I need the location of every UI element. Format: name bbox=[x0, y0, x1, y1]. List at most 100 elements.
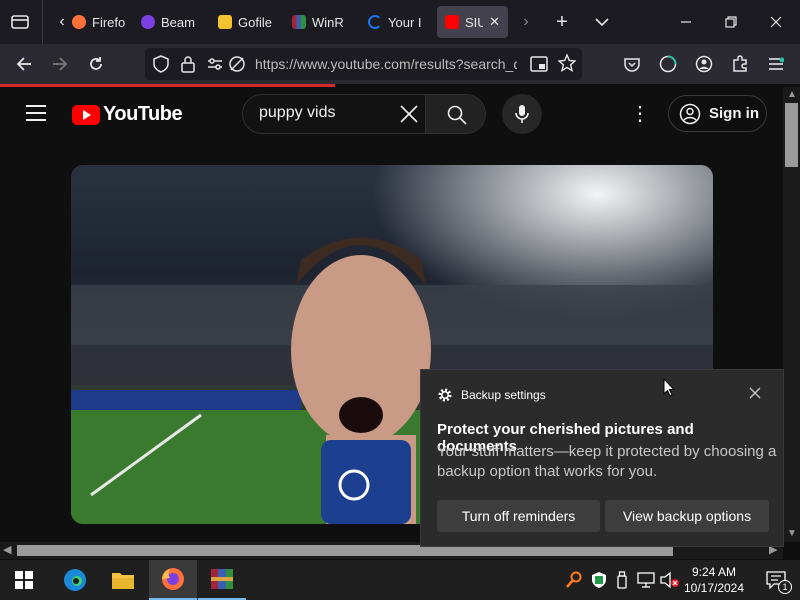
turn-off-reminders-button[interactable]: Turn off reminders bbox=[437, 500, 600, 532]
reload-button[interactable] bbox=[82, 50, 110, 78]
youtube-play-icon bbox=[72, 104, 100, 125]
vertical-scrollbar[interactable]: ▲ ▼ bbox=[783, 87, 800, 542]
voice-search-button[interactable] bbox=[502, 94, 542, 134]
shield-icon[interactable] bbox=[153, 55, 169, 78]
tab-label: WinR bbox=[312, 14, 344, 30]
close-window-button[interactable] bbox=[762, 8, 790, 36]
chevron-right-icon: › bbox=[523, 13, 529, 30]
hamburger-icon bbox=[769, 57, 784, 70]
winrar-icon bbox=[211, 569, 233, 589]
app-menu-button[interactable] bbox=[762, 50, 790, 78]
youtube-wordmark: YouTube bbox=[103, 103, 183, 125]
minimize-icon bbox=[681, 21, 691, 23]
search-button[interactable] bbox=[425, 95, 485, 133]
clock-time: 9:24 AM bbox=[691, 565, 737, 579]
scroll-down-icon[interactable]: ▼ bbox=[787, 528, 797, 539]
notification-app-name: Backup settings bbox=[461, 388, 546, 402]
tray-security-icon[interactable] bbox=[591, 571, 607, 594]
tab-firefox[interactable]: Firefo bbox=[72, 6, 128, 38]
minimize-button[interactable] bbox=[672, 8, 700, 36]
restore-icon bbox=[725, 16, 737, 28]
clock-date: 10/17/2024 bbox=[683, 581, 745, 595]
tab-divider bbox=[42, 0, 43, 44]
close-icon bbox=[749, 387, 761, 399]
arrow-left-icon bbox=[16, 57, 31, 71]
tray-volume-muted-icon[interactable] bbox=[660, 571, 680, 594]
taskbar-winrar[interactable] bbox=[198, 560, 246, 600]
tray-network-icon[interactable] bbox=[637, 572, 655, 593]
tab-label: SIU bbox=[465, 14, 484, 30]
search-box[interactable]: puppy vids bbox=[242, 94, 486, 134]
tray-app-key-icon[interactable] bbox=[566, 571, 582, 594]
winrar-favicon-icon bbox=[292, 15, 306, 29]
puzzle-icon bbox=[733, 55, 747, 72]
windows-logo-icon bbox=[15, 571, 33, 589]
taskbar-file-explorer[interactable] bbox=[99, 560, 147, 600]
beam-favicon-icon bbox=[141, 15, 155, 29]
notification-body: Your stuff matters—keep it protected by … bbox=[437, 443, 777, 480]
tab-label: Your I bbox=[388, 14, 422, 30]
scroll-up-icon[interactable]: ▲ bbox=[787, 89, 797, 100]
list-all-tabs-button[interactable] bbox=[588, 8, 616, 36]
scrollbar-thumb[interactable] bbox=[785, 103, 798, 167]
search-icon bbox=[447, 105, 467, 125]
settings-menu-button[interactable]: ⋮ bbox=[630, 101, 650, 127]
permissions-icon[interactable] bbox=[207, 57, 223, 76]
tab-label: Firefo bbox=[92, 14, 126, 30]
firefox-favicon-icon bbox=[72, 15, 86, 29]
youtube-logo[interactable]: YouTube bbox=[72, 103, 183, 126]
more-vertical-icon: ⋮ bbox=[630, 103, 650, 125]
account-button[interactable] bbox=[690, 50, 718, 78]
gofile-favicon-icon bbox=[218, 15, 232, 29]
start-button[interactable] bbox=[0, 560, 48, 600]
url-bar[interactable]: https://www.youtube.com/results?search_q bbox=[145, 48, 582, 80]
guide-menu-button[interactable] bbox=[26, 105, 46, 126]
tab-label: Beam bbox=[161, 14, 195, 30]
notification-center-button[interactable]: 1 bbox=[752, 560, 800, 600]
search-input[interactable]: puppy vids bbox=[259, 104, 389, 122]
back-button[interactable] bbox=[10, 50, 38, 78]
notification-count-badge: 1 bbox=[778, 580, 792, 594]
tab-youtube-active[interactable]: SIU ✕ bbox=[437, 6, 508, 38]
taskbar-firefox[interactable] bbox=[149, 560, 197, 600]
chevron-down-icon bbox=[595, 18, 609, 27]
pocket-icon bbox=[624, 58, 640, 72]
chevron-left-icon: ‹ bbox=[59, 13, 65, 30]
firefox-icon bbox=[162, 568, 184, 590]
mouse-cursor-icon bbox=[663, 378, 675, 397]
firefox-view-button[interactable] bbox=[6, 8, 34, 36]
bookmark-star-icon[interactable] bbox=[557, 53, 577, 77]
taskbar-edge[interactable] bbox=[51, 560, 99, 600]
tab-your[interactable]: Your I bbox=[368, 6, 424, 38]
url-text[interactable]: https://www.youtube.com/results?search_q bbox=[255, 56, 517, 72]
circle-progress-icon bbox=[659, 55, 677, 73]
loading-favicon-icon bbox=[368, 15, 382, 29]
new-tab-button[interactable]: + bbox=[548, 8, 576, 36]
tab-beam[interactable]: Beam bbox=[141, 6, 197, 38]
scroll-tabs-right-button[interactable]: › bbox=[512, 8, 540, 36]
pocket-button[interactable] bbox=[618, 50, 646, 78]
scroll-left-icon[interactable]: ◀ bbox=[3, 543, 11, 556]
lock-icon[interactable] bbox=[181, 55, 195, 78]
tray-usb-icon[interactable] bbox=[616, 571, 628, 594]
tab-gofile[interactable]: Gofile bbox=[218, 6, 274, 38]
sign-in-button[interactable]: Sign in bbox=[668, 95, 767, 132]
picture-in-picture-icon[interactable] bbox=[530, 56, 548, 77]
restore-button[interactable] bbox=[717, 8, 745, 36]
extensions-button[interactable] bbox=[726, 50, 754, 78]
forward-button[interactable] bbox=[46, 50, 74, 78]
edge-icon bbox=[64, 569, 86, 591]
sync-extension-button[interactable] bbox=[654, 50, 682, 78]
clear-search-button[interactable] bbox=[395, 100, 423, 128]
browser-tab-strip: ‹ Firefo Beam Gofile WinR Your I SIU ✕ ›… bbox=[0, 0, 800, 44]
tab-label: Gofile bbox=[238, 14, 272, 30]
tab-winrar[interactable]: WinR bbox=[292, 6, 348, 38]
close-tab-icon[interactable]: ✕ bbox=[489, 14, 500, 30]
view-backup-options-button[interactable]: View backup options bbox=[605, 500, 769, 532]
dismiss-notification-button[interactable] bbox=[749, 386, 761, 404]
taskbar-clock[interactable]: 9:24 AM 10/17/2024 bbox=[680, 564, 748, 596]
autoplay-blocked-icon[interactable] bbox=[228, 55, 246, 78]
gear-icon bbox=[437, 387, 453, 408]
browser-navigation-bar: https://www.youtube.com/results?search_q bbox=[0, 44, 800, 84]
arrow-right-icon bbox=[53, 57, 68, 71]
